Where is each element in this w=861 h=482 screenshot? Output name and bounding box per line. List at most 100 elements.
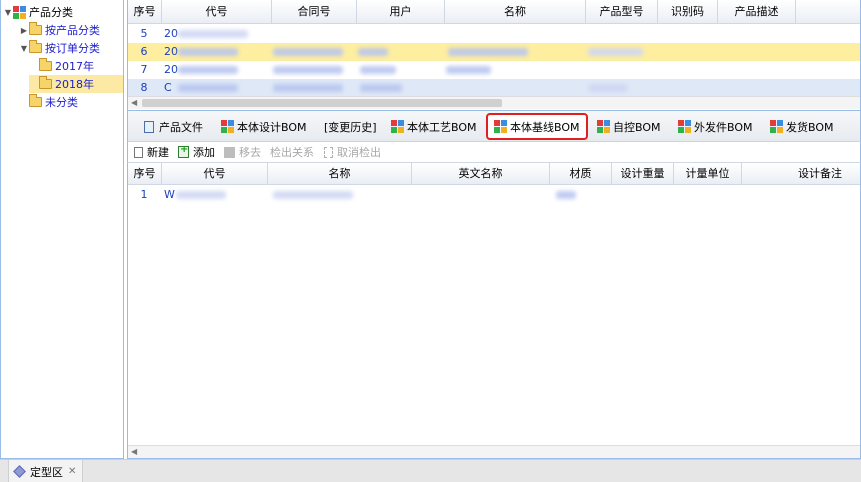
tab-process-bom[interactable]: 本体工艺BOM bbox=[391, 111, 477, 142]
tab-label: 定型区 bbox=[30, 465, 63, 479]
column-header[interactable]: 名称 bbox=[268, 163, 412, 185]
redacted-cell bbox=[176, 191, 226, 199]
table-row[interactable]: 8 C bbox=[128, 79, 860, 97]
row-code: 20 bbox=[164, 45, 178, 58]
add-button[interactable]: 添加 bbox=[178, 142, 215, 162]
scroll-left-icon[interactable]: ◀ bbox=[131, 97, 137, 109]
row-code: C bbox=[164, 81, 172, 94]
tree-label: 未分类 bbox=[45, 96, 78, 109]
checkout-label: 检出关系 bbox=[270, 146, 314, 159]
tree-node-by-product[interactable]: ▶ 按产品分类 bbox=[19, 21, 100, 39]
new-document-icon bbox=[134, 146, 143, 158]
detail-tabbar: 产品文件 本体设计BOM [变更历史] 本体工艺BOM 本体基线BOM 自控BO… bbox=[127, 111, 861, 142]
horizontal-scrollbar[interactable]: ◀ bbox=[128, 445, 860, 458]
column-header[interactable]: 材质 bbox=[550, 163, 612, 185]
redacted-cell bbox=[178, 84, 238, 92]
redacted-cell bbox=[448, 48, 528, 56]
column-header[interactable]: 合同号 bbox=[272, 0, 357, 24]
scrollbar-thumb[interactable] bbox=[142, 99, 502, 107]
cancel-checkout-icon bbox=[324, 146, 333, 158]
tab-label: 外发件BOM bbox=[694, 120, 753, 134]
tree-label: 2018年 bbox=[55, 78, 94, 91]
redacted-cell bbox=[360, 84, 402, 92]
bom-icon bbox=[770, 120, 783, 133]
tree-label: 产品分类 bbox=[29, 6, 73, 19]
redacted-cell bbox=[358, 48, 388, 56]
expanded-arrow-icon[interactable]: ▼ bbox=[19, 44, 29, 53]
row-number: 7 bbox=[140, 63, 148, 76]
column-header[interactable]: 名称 bbox=[445, 0, 586, 24]
column-header-empty bbox=[796, 0, 860, 24]
redacted-cell bbox=[556, 191, 576, 199]
folder-icon bbox=[39, 76, 52, 89]
tree-node-by-order[interactable]: ▼ 按订单分类 bbox=[19, 39, 100, 57]
tree-label: 按订单分类 bbox=[45, 42, 100, 55]
remove-button[interactable]: 移去 bbox=[224, 142, 261, 162]
column-header[interactable]: 计量单位 bbox=[674, 163, 742, 185]
column-header[interactable]: 识别码 bbox=[658, 0, 718, 24]
tree-node-product-category[interactable]: ▼ 产品分类 bbox=[3, 3, 73, 21]
row-number: 5 bbox=[140, 27, 148, 40]
redacted-cell bbox=[273, 191, 353, 199]
column-header[interactable]: 代号 bbox=[162, 163, 268, 185]
checkout-relation-button[interactable]: 检出关系 bbox=[270, 142, 314, 162]
bom-icon bbox=[494, 120, 507, 133]
new-button[interactable]: 新建 bbox=[134, 142, 169, 162]
tree-node-uncategorized[interactable]: 未分类 bbox=[29, 93, 78, 111]
diamond-icon bbox=[13, 465, 26, 478]
remove-icon bbox=[224, 146, 235, 158]
tab-label: 发货BOM bbox=[786, 120, 834, 134]
folder-icon bbox=[29, 40, 42, 53]
tree-node-2017[interactable]: 2017年 bbox=[39, 57, 94, 75]
column-header[interactable]: 代号 bbox=[162, 0, 272, 24]
redacted-cell bbox=[273, 66, 343, 74]
horizontal-scrollbar[interactable]: ◀ bbox=[128, 96, 860, 109]
bom-icon bbox=[678, 120, 691, 133]
bom-toolbar: 新建 添加 移去 检出关系 取消检出 bbox=[127, 142, 861, 162]
column-header[interactable]: 英文名称 bbox=[412, 163, 550, 185]
scroll-left-icon[interactable]: ◀ bbox=[131, 446, 137, 458]
tab-change-history[interactable]: [变更历史] bbox=[324, 111, 377, 142]
column-header[interactable]: 用户 bbox=[357, 0, 445, 24]
cancel-checkout-label: 取消检出 bbox=[337, 146, 381, 159]
tab-delivery-bom[interactable]: 发货BOM bbox=[770, 111, 834, 142]
expanded-arrow-icon[interactable]: ▼ bbox=[3, 8, 13, 17]
tab-label: [变更历史] bbox=[324, 120, 377, 134]
new-label: 新建 bbox=[147, 146, 169, 159]
table-row-selected[interactable]: 6 20 bbox=[128, 43, 860, 61]
redacted-cell bbox=[178, 66, 238, 74]
tab-outsource-bom[interactable]: 外发件BOM bbox=[678, 111, 753, 142]
collapsed-arrow-icon[interactable]: ▶ bbox=[19, 26, 29, 35]
vertical-scrollbar[interactable] bbox=[850, 185, 860, 445]
tree-node-2018[interactable]: 2018年 bbox=[29, 75, 123, 93]
column-header[interactable]: 序号 bbox=[128, 0, 162, 24]
redacted-cell bbox=[178, 30, 248, 38]
column-header[interactable]: 设计重量 bbox=[612, 163, 674, 185]
close-icon[interactable]: ✕ bbox=[68, 466, 76, 477]
category-tree: ▼ 产品分类 ▶ 按产品分类 ▼ 按订单分类 2017年 2018年 未分类 bbox=[0, 0, 124, 459]
tab-label: 本体基线BOM bbox=[510, 120, 580, 134]
folder-icon bbox=[29, 22, 42, 35]
redacted-cell bbox=[273, 84, 343, 92]
table-row[interactable]: 7 20 bbox=[128, 61, 860, 79]
category-icon bbox=[13, 5, 26, 19]
tree-label: 按产品分类 bbox=[45, 24, 100, 37]
column-header[interactable]: 设计备注 bbox=[742, 163, 860, 185]
tab-design-bom[interactable]: 本体设计BOM bbox=[221, 111, 307, 142]
bom-icon bbox=[391, 120, 404, 133]
column-header[interactable]: 产品型号 bbox=[586, 0, 658, 24]
cancel-checkout-button[interactable]: 取消检出 bbox=[324, 142, 381, 162]
document-icon bbox=[144, 120, 154, 133]
column-header[interactable]: 产品描述 bbox=[718, 0, 796, 24]
tab-finalized-area[interactable]: 定型区 ✕ bbox=[8, 460, 84, 482]
table-row[interactable]: 1 W bbox=[128, 186, 860, 204]
bom-grid-header: 序号 代号 名称 英文名称 材质 设计重量 计量单位 设计备注 bbox=[128, 163, 860, 185]
table-row[interactable]: 5 20 bbox=[128, 25, 860, 43]
tab-baseline-bom[interactable]: 本体基线BOM bbox=[486, 113, 588, 140]
tab-control-bom[interactable]: 自控BOM bbox=[597, 111, 661, 142]
column-header[interactable]: 序号 bbox=[128, 163, 162, 185]
tab-product-files[interactable]: 产品文件 bbox=[144, 111, 203, 142]
product-grid: 序号 代号 合同号 用户 名称 产品型号 识别码 产品描述 5 20 6 20 … bbox=[127, 0, 861, 111]
product-grid-header: 序号 代号 合同号 用户 名称 产品型号 识别码 产品描述 bbox=[128, 0, 860, 24]
tree-label: 2017年 bbox=[55, 60, 94, 73]
